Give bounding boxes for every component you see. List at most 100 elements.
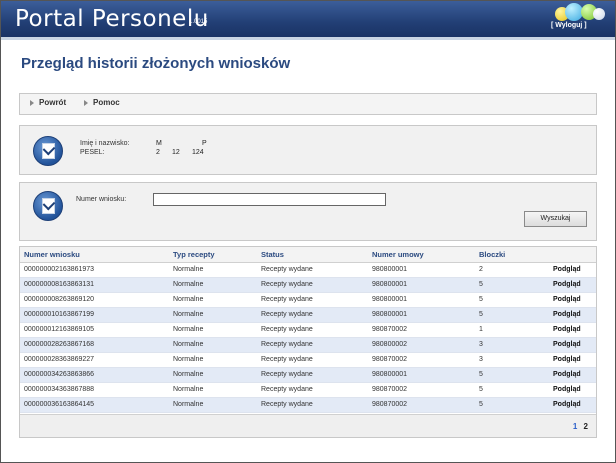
app-window: Portal Personelu 1.0015 [ Wyloguj ] Prze… [0,0,616,463]
column-header-prescription-type[interactable]: Typ recepty [169,247,257,263]
table-row: 000000034263863866 Normalne Recepty wydane… [20,367,596,383]
table-row: 000000028263867168 Normalne Recepty wydane… [20,337,596,353]
cell-prescription-type: Normalne [169,262,257,278]
cell-request-number: 000000002163861973 [20,262,169,278]
back-label: Powrót [39,98,67,107]
logout-link[interactable]: [ Wyloguj ] [551,22,587,29]
cell-preview-link[interactable]: Podgląd [549,367,596,383]
cell-status: Recepty wydane [257,397,368,413]
search-panel: Numer wniosku: Wyszukaj [19,182,597,241]
table-row: 000000002163861973 Normalne Recepty wydane… [20,262,596,278]
cell-prescription-type: Normalne [169,277,257,293]
cell-preview-link[interactable]: Podgląd [549,322,596,338]
cell-request-number: 000000028263867168 [20,337,169,353]
cell-contract-number: 980800001 [368,262,475,278]
cell-contract-number: 980800001 [368,277,475,293]
cell-preview-link[interactable]: Podgląd [549,382,596,398]
table-row: 000000036163864145 Normalne Recepty wydane… [20,397,596,413]
cell-blocks: 1 [475,322,549,338]
cell-prescription-type: Normalne [169,337,257,353]
cell-request-number: 000000036163864145 [20,397,169,413]
cell-preview-link[interactable]: Podgląd [549,337,596,353]
cell-status: Recepty wydane [257,367,368,383]
document-check-icon [33,136,63,166]
cell-preview-link[interactable]: Podgląd [549,292,596,308]
column-header-status[interactable]: Status [257,247,368,263]
table-row: 000000028363869227 Normalne Recepty wydane… [20,352,596,368]
request-number-label: Numer wniosku: [76,196,127,203]
cell-request-number: 000000028363869227 [20,352,169,368]
app-title: Portal Personelu [15,6,209,32]
cell-blocks: 2 [475,262,549,278]
cell-blocks: 5 [475,277,549,293]
cell-blocks: 5 [475,367,549,383]
cell-prescription-type: Normalne [169,292,257,308]
requests-grid: Numer wniosku Typ recepty Status Numer u… [20,247,596,413]
requests-table: Numer wniosku Typ recepty Status Numer u… [19,246,597,438]
arrow-right-icon [84,99,88,106]
cell-status: Recepty wydane [257,292,368,308]
table-row: 000000034363867888 Normalne Recepty wydane… [20,382,596,398]
cell-contract-number: 980870002 [368,382,475,398]
pesel-part-2: 12 [172,149,180,156]
cell-request-number: 000000010163867199 [20,307,169,323]
cell-contract-number: 980800001 [368,367,475,383]
cell-preview-link[interactable]: Podgląd [549,277,596,293]
toolbar: Powrót Pomoc [19,93,597,115]
back-button[interactable]: Powrót [30,98,66,107]
cell-status: Recepty wydane [257,262,368,278]
table-row: 000000008163863131 Normalne Recepty wydane… [20,277,596,293]
header-divider [1,37,615,40]
cell-status: Recepty wydane [257,277,368,293]
page-link-1[interactable]: 1 [573,422,577,431]
column-header-blocks[interactable]: Bloczki [475,247,549,263]
cell-contract-number: 980870002 [368,322,475,338]
pesel-label: PESEL: [80,149,105,156]
cell-preview-link[interactable]: Podgląd [549,262,596,278]
request-number-input[interactable] [153,193,386,206]
document-edit-icon [33,191,63,221]
arrow-right-icon [30,99,34,106]
table-row: 000000010163867199 Normalne Recepty wydane… [20,307,596,323]
help-label: Pomoc [93,98,120,107]
cell-preview-link[interactable]: Podgląd [549,397,596,413]
table-header-row: Numer wniosku Typ recepty Status Numer u… [20,247,596,263]
cell-request-number: 000000008163863131 [20,277,169,293]
cell-contract-number: 980800001 [368,307,475,323]
cell-contract-number: 980870002 [368,352,475,368]
column-header-actions [549,247,596,263]
first-name-initial: M [156,140,162,147]
column-header-contract-number[interactable]: Numer umowy [368,247,475,263]
search-button[interactable]: Wyszukaj [524,211,587,227]
cell-contract-number: 980800001 [368,292,475,308]
table-row: 000000008263869120 Normalne Recepty wydane… [20,292,596,308]
cell-prescription-type: Normalne [169,322,257,338]
pesel-part-3: 124 [192,149,204,156]
cell-request-number: 000000012163869105 [20,322,169,338]
header-bar: Portal Personelu 1.0015 [ Wyloguj ] [1,1,615,37]
cell-status: Recepty wydane [257,337,368,353]
name-label: Imię i nazwisko: [80,140,130,147]
cell-status: Recepty wydane [257,352,368,368]
pesel-part-1: 2 [156,149,160,156]
cell-prescription-type: Normalne [169,307,257,323]
cell-request-number: 000000008263869120 [20,292,169,308]
cell-status: Recepty wydane [257,382,368,398]
cell-preview-link[interactable]: Podgląd [549,352,596,368]
table-footer: 1 2 [20,414,596,437]
cell-prescription-type: Normalne [169,382,257,398]
cell-status: Recepty wydane [257,307,368,323]
person-info-panel: Imię i nazwisko: PESEL: M P 2 12 124 [19,125,597,175]
cell-contract-number: 980870002 [368,397,475,413]
column-header-request-number[interactable]: Numer wniosku [20,247,169,263]
help-button[interactable]: Pomoc [84,98,120,107]
cell-status: Recepty wydane [257,322,368,338]
cell-blocks: 5 [475,397,549,413]
page-link-2[interactable]: 2 [584,422,588,431]
cell-prescription-type: Normalne [169,352,257,368]
page-title: Przegląd historii złożonych wniosków [21,55,291,72]
app-version: 1.0015 [189,19,208,25]
cell-prescription-type: Normalne [169,397,257,413]
cell-preview-link[interactable]: Podgląd [549,307,596,323]
table-row: 000000012163869105 Normalne Recepty wydane… [20,322,596,338]
